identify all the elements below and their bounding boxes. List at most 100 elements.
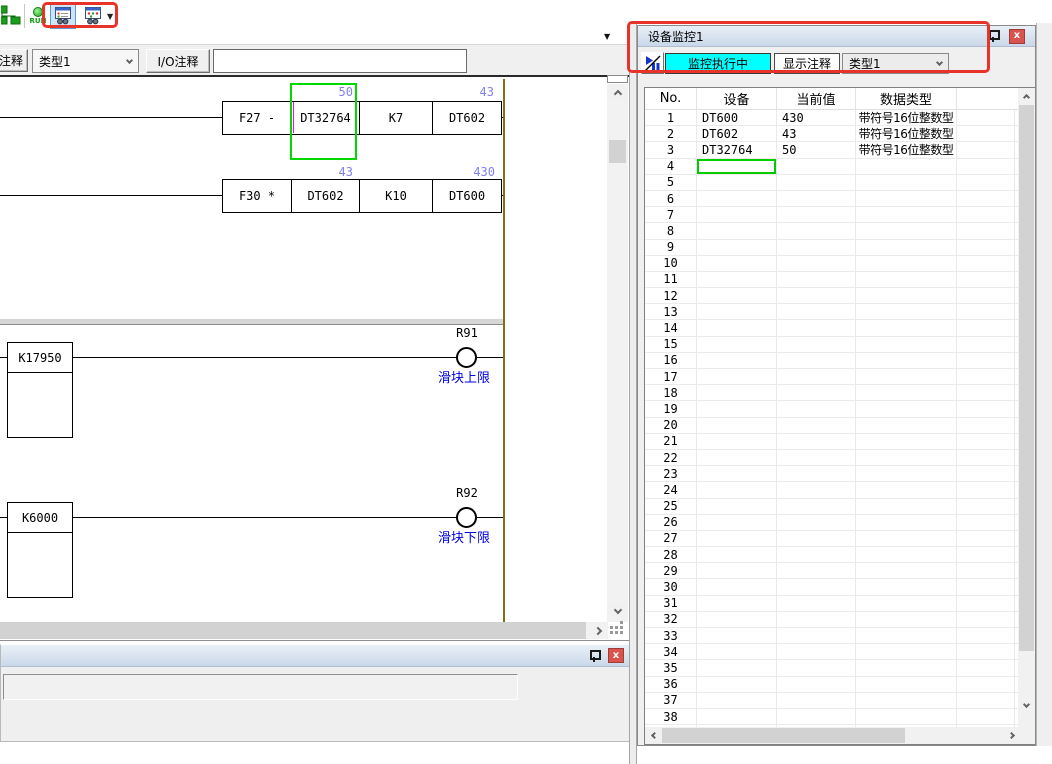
table-row[interactable]: 6: [645, 191, 1035, 207]
row-number-cell[interactable]: 10: [645, 256, 697, 271]
row-number-cell[interactable]: 33: [645, 628, 697, 643]
device-cell[interactable]: [697, 644, 777, 659]
show-comment-button[interactable]: 显示注释: [774, 53, 840, 74]
extra-cell[interactable]: [957, 644, 1015, 659]
table-row[interactable]: 38: [645, 709, 1035, 725]
scroll-left-button[interactable]: [645, 727, 661, 744]
extra-cell[interactable]: [957, 660, 1015, 675]
table-row[interactable]: 28: [645, 547, 1035, 563]
data-type-cell[interactable]: [856, 207, 957, 222]
operand-cell[interactable]: DT602: [432, 101, 502, 135]
current-value-cell[interactable]: [777, 401, 856, 416]
device-cell[interactable]: [697, 256, 777, 271]
comment-type-select[interactable]: 类型1: [32, 49, 139, 73]
table-row[interactable]: 1DT600430带符号16位整数型: [645, 110, 1035, 126]
device-cell[interactable]: [697, 531, 777, 546]
current-value-cell[interactable]: [777, 207, 856, 222]
device-cell[interactable]: [697, 159, 777, 174]
row-number-cell[interactable]: 2: [645, 126, 697, 141]
current-value-cell[interactable]: [777, 709, 856, 724]
extra-cell[interactable]: [957, 240, 1015, 255]
table-row[interactable]: 12: [645, 288, 1035, 304]
table-row[interactable]: 2DT60243带符号16位整数型: [645, 126, 1035, 142]
current-value-cell[interactable]: 43: [777, 126, 856, 141]
data-type-cell[interactable]: [856, 499, 957, 514]
extra-cell[interactable]: [957, 515, 1015, 530]
extra-cell[interactable]: [957, 450, 1015, 465]
device-cell[interactable]: [697, 418, 777, 433]
row-number-cell[interactable]: 20: [645, 418, 697, 433]
current-value-cell[interactable]: [777, 677, 856, 692]
data-type-cell[interactable]: [856, 401, 957, 416]
data-type-cell[interactable]: [856, 547, 957, 562]
extra-cell[interactable]: [957, 223, 1015, 238]
monitor-dropdown-arrow-icon[interactable]: ▼: [107, 12, 113, 21]
table-row[interactable]: 29: [645, 563, 1035, 579]
current-value-cell[interactable]: [777, 434, 856, 449]
data-type-cell[interactable]: [856, 337, 957, 352]
row-number-cell[interactable]: 11: [645, 272, 697, 287]
run-mode-button[interactable]: RUN: [27, 2, 49, 30]
panel-splitter[interactable]: [629, 23, 637, 764]
data-type-cell[interactable]: 带符号16位整数型: [856, 126, 957, 141]
resize-grip[interactable]: [610, 626, 624, 639]
row-number-cell[interactable]: 6: [645, 191, 697, 206]
row-number-cell[interactable]: 16: [645, 353, 697, 368]
close-button[interactable]: x: [608, 648, 624, 663]
instruction-cell[interactable]: F30 *: [222, 179, 292, 213]
current-value-cell[interactable]: [777, 612, 856, 627]
data-type-cell[interactable]: [856, 385, 957, 400]
table-row[interactable]: 16: [645, 353, 1035, 369]
data-type-cell[interactable]: [856, 466, 957, 481]
table-row[interactable]: 33: [645, 628, 1035, 644]
extra-cell[interactable]: [957, 531, 1015, 546]
device-cell[interactable]: [697, 677, 777, 692]
table-row[interactable]: 14: [645, 320, 1035, 336]
device-cell[interactable]: [697, 709, 777, 724]
table-row[interactable]: 32: [645, 612, 1035, 628]
current-value-cell[interactable]: [777, 191, 856, 206]
extra-cell[interactable]: [957, 677, 1015, 692]
extra-cell[interactable]: [957, 126, 1015, 141]
current-value-cell[interactable]: [777, 466, 856, 481]
data-type-cell[interactable]: [856, 482, 957, 497]
row-number-cell[interactable]: 15: [645, 337, 697, 352]
device-cell[interactable]: [697, 401, 777, 416]
extra-cell[interactable]: [957, 596, 1015, 611]
row-number-cell[interactable]: 30: [645, 579, 697, 594]
table-row[interactable]: 21: [645, 434, 1035, 450]
device-cell[interactable]: [697, 369, 777, 384]
row-number-cell[interactable]: 8: [645, 223, 697, 238]
table-row[interactable]: 27: [645, 531, 1035, 547]
hscroll-thumb[interactable]: [0, 622, 586, 639]
device-cell[interactable]: [697, 385, 777, 400]
current-value-cell[interactable]: 50: [777, 142, 856, 157]
data-type-cell[interactable]: [856, 628, 957, 643]
device-cell[interactable]: [697, 466, 777, 481]
scroll-right-button[interactable]: [589, 622, 608, 639]
table-row[interactable]: 20: [645, 418, 1035, 434]
current-value-cell[interactable]: [777, 660, 856, 675]
row-number-cell[interactable]: 37: [645, 693, 697, 708]
table-vscrollbar[interactable]: [1018, 88, 1035, 729]
extra-cell[interactable]: [957, 272, 1015, 287]
data-type-cell[interactable]: [856, 353, 957, 368]
extra-cell[interactable]: [957, 401, 1015, 416]
extra-cell[interactable]: [957, 142, 1015, 157]
row-number-cell[interactable]: 27: [645, 531, 697, 546]
extra-cell[interactable]: [957, 385, 1015, 400]
data-type-cell[interactable]: [856, 644, 957, 659]
operand-cell[interactable]: K17950: [8, 343, 72, 373]
data-type-cell[interactable]: [856, 288, 957, 303]
row-number-cell[interactable]: 23: [645, 466, 697, 481]
data-type-cell[interactable]: [856, 693, 957, 708]
device-cell[interactable]: [697, 304, 777, 319]
device-cell[interactable]: [697, 547, 777, 562]
device-cell[interactable]: [697, 191, 777, 206]
row-number-cell[interactable]: 19: [645, 401, 697, 416]
extra-cell[interactable]: [957, 482, 1015, 497]
scroll-up-button[interactable]: [607, 84, 628, 101]
current-value-cell[interactable]: [777, 304, 856, 319]
extra-cell[interactable]: [957, 418, 1015, 433]
scroll-down-button[interactable]: [607, 602, 628, 619]
